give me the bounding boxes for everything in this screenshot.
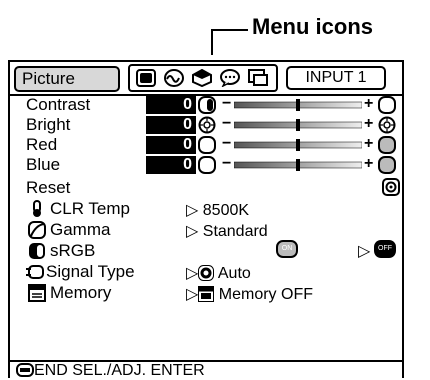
gamma-label[interactable]: Gamma	[50, 220, 110, 240]
slider-thumb	[296, 159, 300, 171]
end-button-icon	[16, 363, 34, 377]
blue-icon	[198, 156, 216, 174]
footer-text: END SEL./ADJ. ENTER	[34, 362, 205, 379]
audio-icon[interactable]	[164, 69, 184, 87]
bright-value: 0	[146, 116, 196, 134]
blue-label[interactable]: Blue	[26, 155, 60, 175]
memory-value[interactable]: ▷ Memory OFF	[186, 284, 313, 304]
gamma-icon	[28, 221, 46, 239]
memory-label[interactable]: Memory	[50, 283, 111, 303]
gamma-value-text: Standard	[202, 223, 268, 240]
slider-plus[interactable]: +	[364, 155, 373, 173]
reset-icon[interactable]	[382, 178, 400, 196]
blue-value: 0	[146, 156, 196, 174]
thermometer-icon	[33, 200, 41, 217]
slider-minus[interactable]: −	[222, 95, 231, 113]
monitor-icon[interactable]	[248, 69, 268, 87]
brightness-icon-max	[378, 116, 396, 134]
srgb-off-button[interactable]: OFF	[374, 240, 396, 258]
slider-minus[interactable]: −	[222, 115, 231, 133]
language-icon[interactable]	[220, 69, 240, 87]
signal-icon	[26, 265, 44, 279]
clr-temp-label[interactable]: CLR Temp	[50, 199, 130, 219]
red-icon-max	[378, 136, 396, 154]
memory-off-icon	[198, 286, 215, 302]
slider-minus[interactable]: −	[222, 155, 231, 173]
callout-leader-horizontal	[212, 29, 248, 31]
auto-icon	[198, 265, 215, 281]
bright-label[interactable]: Bright	[26, 115, 70, 135]
slider-plus[interactable]: +	[364, 135, 373, 153]
slider-thumb	[296, 99, 300, 111]
reset-label[interactable]: Reset	[26, 178, 70, 198]
srgb-icon	[29, 243, 45, 259]
signal-type-label[interactable]: Signal Type	[46, 262, 135, 282]
arrow-right-icon: ▷	[186, 286, 199, 303]
tab-picture[interactable]: Picture	[14, 66, 120, 92]
menu-icons-callout: Menu icons	[252, 14, 374, 39]
signal-type-value[interactable]: ▷ Auto	[186, 263, 251, 283]
options-icon[interactable]	[192, 69, 212, 87]
arrow-right-icon: ▷	[186, 223, 199, 240]
clr-temp-value[interactable]: ▷ 8500K	[186, 200, 249, 220]
memory-icon	[28, 284, 46, 302]
slider-minus[interactable]: −	[222, 135, 231, 153]
brightness-icon	[198, 116, 216, 134]
contrast-icon	[198, 96, 216, 114]
slider-plus[interactable]: +	[364, 95, 373, 113]
slider-plus[interactable]: +	[364, 115, 373, 133]
arrow-right-icon: ▷	[186, 265, 199, 282]
blue-icon-max	[378, 156, 396, 174]
memory-value-text: Memory OFF	[218, 286, 313, 303]
red-icon	[198, 136, 216, 154]
red-value: 0	[146, 136, 196, 154]
arrow-right-icon: ▷	[186, 202, 199, 219]
input-indicator: INPUT 1	[286, 66, 386, 90]
arrow-right-icon: ▷	[358, 243, 371, 260]
bright-slider[interactable]	[234, 116, 362, 134]
picture-icon[interactable]	[136, 69, 156, 87]
red-label[interactable]: Red	[26, 135, 57, 155]
contrast-label[interactable]: Contrast	[26, 95, 90, 115]
srgb-on-button[interactable]: ON	[276, 240, 298, 258]
menu-icon-strip	[128, 64, 278, 92]
contrast-value: 0	[146, 96, 196, 114]
srgb-label[interactable]: sRGB	[50, 241, 95, 261]
red-slider[interactable]	[234, 136, 362, 154]
contrast-slider[interactable]	[234, 96, 362, 114]
contrast-icon-max	[378, 96, 396, 114]
signal-type-value-text: Auto	[217, 265, 251, 282]
blue-slider[interactable]	[234, 156, 362, 174]
slider-thumb	[296, 139, 300, 151]
footer-hints: END SEL./ADJ. ENTER	[16, 362, 205, 380]
slider-thumb	[296, 119, 300, 131]
gamma-value[interactable]: ▷ Standard	[186, 221, 268, 241]
clr-temp-value-text: 8500K	[202, 202, 250, 219]
callout-leader-vertical	[211, 29, 213, 55]
